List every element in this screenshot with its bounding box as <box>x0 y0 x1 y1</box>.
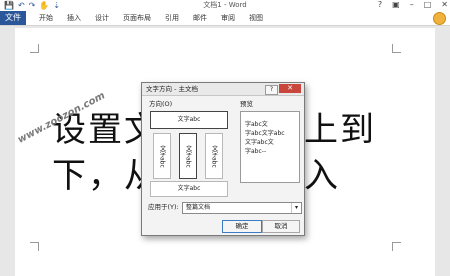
orientation-options: 文字abc 文字abc 文字abc 文字abc 文字abc <box>149 111 228 197</box>
orientation-label: 方向(O) <box>149 100 173 108</box>
crop-mark-bottom-left <box>30 242 39 251</box>
tab-design[interactable]: 设计 <box>88 11 116 25</box>
orientation-rotated[interactable]: 文字abc <box>150 181 228 197</box>
preview-box: 字abc文 字abc文字abc 文字abc文 字abc-- <box>240 111 300 183</box>
cancel-button[interactable]: 取消 <box>262 220 300 233</box>
orientation-vertical-3-label: 文字abc <box>210 144 218 168</box>
orientation-vertical-2[interactable]: 文字abc <box>179 133 197 179</box>
preview-line: 文字abc文 <box>245 139 274 146</box>
account-icon[interactable] <box>433 12 446 25</box>
title-bar: 💾 ↶ ↷ ✋ ⇣ 文档1 - Word ? ▣ – □ ✕ <box>0 0 450 11</box>
tab-insert[interactable]: 插入 <box>60 11 88 25</box>
orientation-vertical-2-label: 文字abc <box>184 144 192 168</box>
apply-to-label: 应用于(Y): <box>148 203 179 211</box>
orientation-vertical-1-label: 文字abc <box>158 144 166 168</box>
orientation-vertical-1[interactable]: 文字abc <box>153 133 171 179</box>
ribbon-tabs: 文件 开始 插入 设计 页面布局 引用 邮件 审阅 视图 <box>0 11 450 26</box>
window-controls: ? ▣ – □ ✕ <box>378 0 448 10</box>
preview-line: 字abc-- <box>245 148 267 155</box>
text-direction-dialog: 文字方向 - 主文档 ? ✕ 方向(O) 文字abc 文字abc 文字abc 文… <box>141 82 305 236</box>
tab-home[interactable]: 开始 <box>32 11 60 25</box>
ok-button[interactable]: 确定 <box>222 220 262 233</box>
tab-file[interactable]: 文件 <box>0 11 26 25</box>
orientation-vertical-3[interactable]: 文字abc <box>205 133 223 179</box>
tab-references[interactable]: 引用 <box>158 11 186 25</box>
tab-list: 开始 插入 设计 页面布局 引用 邮件 审阅 视图 <box>32 11 270 25</box>
apply-to-select[interactable]: 整篇文档 ▾ <box>182 202 302 214</box>
dialog-close-button[interactable]: ✕ <box>279 84 301 93</box>
tab-page-layout[interactable]: 页面布局 <box>116 11 158 25</box>
help-icon[interactable]: ? <box>378 0 382 10</box>
apply-to-value: 整篇文档 <box>186 204 211 211</box>
crop-mark-bottom-right <box>392 242 401 251</box>
crop-mark-top-right <box>392 44 401 53</box>
tab-view[interactable]: 视图 <box>242 11 270 25</box>
tab-review[interactable]: 审阅 <box>214 11 242 25</box>
maximize-icon[interactable]: □ <box>424 0 432 10</box>
preview-line: 字abc文字abc <box>245 130 285 137</box>
minimize-icon[interactable]: – <box>410 0 414 10</box>
dialog-title: 文字方向 - 主文档 <box>146 85 198 93</box>
dialog-title-bar[interactable]: 文字方向 - 主文档 ? ✕ <box>142 83 304 96</box>
dialog-help-button[interactable]: ? <box>265 85 278 95</box>
chevron-down-icon[interactable]: ▾ <box>291 203 301 213</box>
crop-mark-top-left <box>30 44 39 53</box>
close-icon[interactable]: ✕ <box>441 0 448 10</box>
preview-line: 字abc文 <box>245 121 268 128</box>
orientation-horizontal[interactable]: 文字abc <box>150 111 228 129</box>
preview-label: 预览 <box>240 100 253 108</box>
ribbon-display-icon[interactable]: ▣ <box>392 0 400 10</box>
tab-mailings[interactable]: 邮件 <box>186 11 214 25</box>
